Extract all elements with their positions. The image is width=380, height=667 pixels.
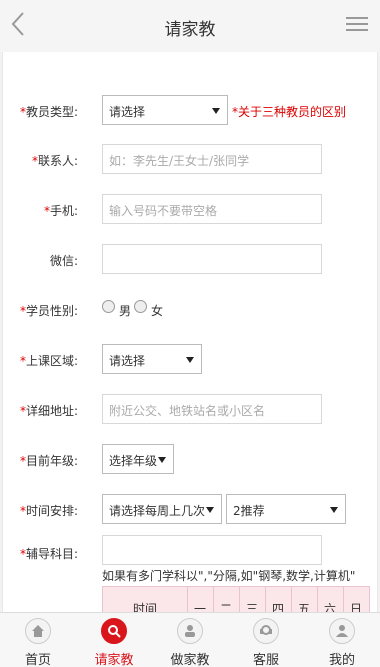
- wechat-row: 微信:: [3, 244, 377, 276]
- timetable-header-day: 五: [297, 602, 310, 612]
- request-tutor-form: *教员类型: 请选择 *关于三种教员的区别 *联系人: 如：李先生/王女士/张同…: [2, 52, 378, 612]
- schedule-row: *时间安排: 请选择每周上几次 2推荐: [3, 494, 377, 526]
- timetable-header-day: 日: [349, 602, 362, 612]
- grade-select[interactable]: 选择年级: [102, 444, 174, 474]
- teacher-type-label: 教员类型:: [25, 105, 78, 119]
- subject-input[interactable]: [102, 535, 322, 565]
- schedule-label: 时间安排:: [25, 504, 78, 518]
- tab-request-tutor[interactable]: 请家教: [76, 613, 152, 667]
- timetable-header-day: 二: [219, 602, 232, 612]
- wechat-input[interactable]: [102, 244, 322, 274]
- teacher-type-info-link[interactable]: *关于三种教员的区别: [232, 103, 346, 120]
- teacher-type-select[interactable]: 请选择: [102, 95, 228, 125]
- student-gender-row: *学员性别: 男 女: [3, 294, 377, 326]
- area-row: *上课区域: 请选择: [3, 344, 377, 376]
- tab-home[interactable]: 首页: [0, 613, 76, 667]
- wechat-label: 微信:: [49, 254, 78, 268]
- teacher-type-row: *教员类型: 请选择 *关于三种教员的区别: [3, 95, 377, 127]
- gender-male-label: 男: [119, 304, 132, 318]
- customer-service-icon: [253, 618, 279, 644]
- subject-hint: 如果有多门学科以","分隔,如"钢琴,数学,计算机": [102, 569, 356, 583]
- grade-label: 目前年级:: [25, 454, 78, 468]
- timetable-header-day: 六: [323, 602, 336, 612]
- tab-become-tutor[interactable]: 做家教: [152, 613, 228, 667]
- dropdown-arrow-icon: [330, 507, 338, 513]
- user-icon: [329, 618, 355, 644]
- dropdown-arrow-icon: [206, 507, 214, 513]
- gender-female-radio[interactable]: [134, 300, 147, 313]
- tab-customer-service[interactable]: 客服: [228, 613, 304, 667]
- header-bar: 请家教: [0, 0, 380, 52]
- teach-icon: [177, 618, 203, 644]
- search-teacher-icon: [101, 618, 127, 644]
- timetable-header-time: 时间: [132, 602, 157, 612]
- dropdown-arrow-icon: [186, 357, 194, 363]
- student-gender-label: 学员性别:: [25, 304, 78, 318]
- page-title: 请家教: [164, 20, 216, 40]
- menu-icon[interactable]: [346, 17, 368, 33]
- dropdown-arrow-icon: [158, 457, 166, 463]
- address-input[interactable]: 附近公交、地铁站名或小区名: [102, 394, 322, 424]
- times-per-week-select[interactable]: 请选择每周上几次: [102, 494, 222, 524]
- subject-label: 辅导科目:: [25, 547, 78, 561]
- phone-row: *手机: 输入号码不要带空格: [3, 194, 377, 226]
- grade-row: *目前年级: 选择年级: [3, 444, 377, 476]
- address-label: 详细地址:: [25, 404, 78, 418]
- home-icon: [25, 618, 51, 644]
- timetable: 时间 一 二 三 四 五 六 日: [102, 586, 370, 612]
- timetable-header-day: 三: [245, 602, 258, 612]
- contact-input[interactable]: 如：李先生/王女士/张同学: [102, 144, 322, 174]
- session-count-select[interactable]: 2推荐: [226, 494, 346, 524]
- area-label: 上课区域:: [25, 354, 78, 368]
- gender-male-radio[interactable]: [102, 300, 115, 313]
- bottom-tab-bar: 首页 请家教 做家教 客服 我的: [0, 612, 380, 667]
- gender-female-label: 女: [151, 304, 164, 318]
- area-select[interactable]: 请选择: [102, 344, 202, 374]
- timetable-header-day: 一: [193, 602, 206, 612]
- contact-label: 联系人:: [37, 154, 78, 168]
- tab-my-account[interactable]: 我的: [304, 613, 380, 667]
- subject-row: *辅导科目:: [3, 535, 377, 567]
- dropdown-arrow-icon: [212, 108, 220, 114]
- contact-row: *联系人: 如：李先生/王女士/张同学: [3, 144, 377, 176]
- phone-input[interactable]: 输入号码不要带空格: [102, 194, 322, 224]
- phone-label: 手机:: [49, 204, 78, 218]
- address-row: *详细地址: 附近公交、地铁站名或小区名: [3, 394, 377, 426]
- timetable-header-day: 四: [271, 602, 284, 612]
